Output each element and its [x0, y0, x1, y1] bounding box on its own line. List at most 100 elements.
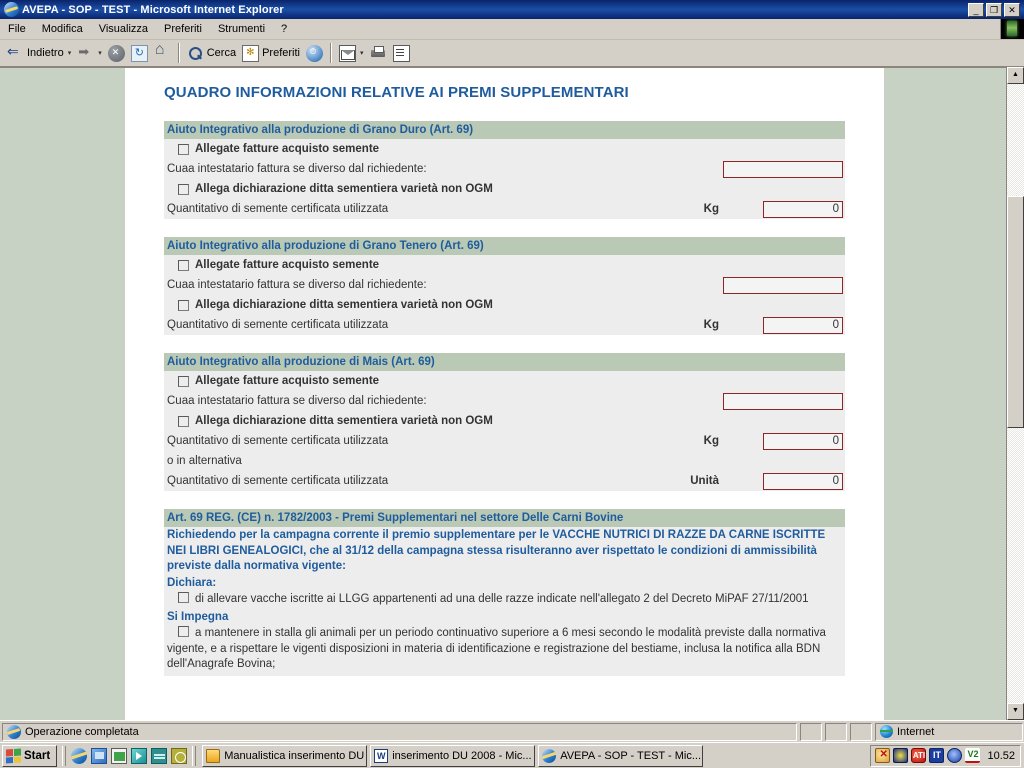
quick-launch-media-player-icon[interactable] — [131, 747, 148, 764]
row-label: Allegate fatture acquisto semente — [195, 259, 380, 271]
back-dropdown-caret-icon[interactable]: ▾ — [68, 49, 72, 57]
mail-dropdown-caret-icon[interactable]: ▾ — [360, 49, 364, 57]
checkbox-allega-dichiarazione[interactable] — [178, 415, 189, 427]
refresh-button[interactable] — [128, 42, 151, 64]
scrollbar-thumb[interactable] — [1007, 196, 1024, 428]
task-button-inserimento-du[interactable]: W inserimento DU 2008 - Mic... — [370, 744, 536, 767]
forward-dropdown-caret-icon[interactable]: ▾ — [98, 49, 102, 57]
browser-viewport: QUADRO INFORMAZIONI RELATIVE AI PREMI SU… — [0, 67, 1024, 720]
taskbar: Start Manualistica inserimento DU W inse… — [0, 742, 1024, 768]
unit-label: Unità — [690, 475, 719, 487]
v2-app-icon[interactable]: V2 — [965, 748, 981, 763]
row-label: Quantitativo di semente certificata util… — [167, 203, 389, 215]
quick-launch-outlook-express-icon[interactable] — [111, 747, 128, 764]
status-pane-a — [800, 722, 822, 741]
row-label: Cuaa intestatario fattura se diverso dal… — [167, 395, 427, 407]
search-button[interactable]: Cerca — [184, 42, 239, 64]
checkbox-allega-dichiarazione[interactable] — [178, 183, 189, 195]
section-body: Allegate fatture acquisto semente Cuaa i… — [164, 371, 845, 491]
tasks-grip[interactable] — [192, 745, 197, 766]
quick-launch-keyboard-icon[interactable] — [151, 747, 168, 764]
row-allega-dichiarazione[interactable]: Allega dichiarazione ditta sementiera va… — [164, 179, 845, 199]
row-allega-dichiarazione[interactable]: Allega dichiarazione ditta sementiera va… — [164, 295, 845, 315]
scroll-up-button[interactable]: ▲ — [1007, 67, 1024, 84]
quantitativo-unita-input[interactable]: 0 — [763, 472, 843, 490]
dichiara-declaration[interactable]: di allevare vacche iscritte ai LLGG appa… — [164, 589, 845, 610]
row-label: Cuaa intestatario fattura se diverso dal… — [167, 163, 427, 175]
task-button-manualistica[interactable]: Manualistica inserimento DU — [202, 744, 368, 767]
status-pane-c — [850, 722, 872, 741]
cuaa-input[interactable] — [723, 276, 843, 294]
start-button[interactable]: Start — [2, 744, 58, 767]
menu-item-visualizza[interactable]: Visualizza — [91, 21, 156, 37]
task-button-avepa[interactable]: AVEPA - SOP - TEST - Mic... — [538, 744, 704, 767]
checkbox-dichiara[interactable] — [178, 591, 189, 603]
menu-item-modifica[interactable]: Modifica — [34, 21, 91, 37]
back-button[interactable]: Indietro ▾ — [4, 42, 74, 64]
volume-muted-icon[interactable] — [875, 748, 891, 763]
page-title: QUADRO INFORMAZIONI RELATIVE AI PREMI SU… — [164, 84, 629, 101]
stop-button[interactable] — [105, 42, 128, 64]
row-allegate-fatture[interactable]: Allegate fatture acquisto semente — [164, 139, 845, 159]
row-allegate-fatture[interactable]: Allegate fatture acquisto semente — [164, 371, 845, 391]
quick-launch-clock-icon[interactable] — [171, 747, 188, 764]
forward-button[interactable]: ▾ — [74, 42, 105, 64]
menu-item-strumenti[interactable]: Strumenti — [210, 21, 273, 37]
row-label: Allegate fatture acquisto semente — [195, 143, 380, 155]
print-button[interactable] — [367, 42, 390, 64]
quantitativo-kg-input[interactable]: 0 — [763, 200, 843, 218]
toolbar-separator — [177, 43, 180, 63]
language-indicator-icon[interactable]: IT — [929, 748, 945, 763]
quantitativo-kg-input[interactable]: 0 — [763, 432, 843, 450]
section-grano-tenero: Aiuto Integrativo alla produzione di Gra… — [164, 237, 845, 335]
task-label: Manualistica inserimento DU — [224, 749, 365, 762]
row-allega-dichiarazione[interactable]: Allega dichiarazione ditta sementiera va… — [164, 411, 845, 431]
impegna-declaration[interactable]: a mantenere in stalla gli animali per un… — [164, 624, 845, 676]
cuaa-input[interactable] — [723, 160, 843, 178]
ie-icon — [542, 748, 557, 763]
minimize-button[interactable]: _ — [968, 2, 984, 17]
checkbox-allegate-fatture[interactable] — [178, 143, 189, 155]
section-body: Allegate fatture acquisto semente Cuaa i… — [164, 255, 845, 335]
taskbar-clock[interactable]: 10.52 — [983, 750, 1015, 762]
menu-item-help[interactable]: ? — [273, 21, 295, 37]
security-zone-pane[interactable]: Internet — [875, 722, 1023, 741]
checkbox-allega-dichiarazione[interactable] — [178, 299, 189, 311]
status-message: Operazione completata — [25, 725, 139, 738]
checkbox-allegate-fatture[interactable] — [178, 375, 189, 387]
quantitativo-kg-input[interactable]: 0 — [763, 316, 843, 334]
cuaa-input[interactable] — [723, 392, 843, 410]
network-icon[interactable] — [893, 748, 909, 763]
favorites-button-label: Preferiti — [262, 47, 300, 59]
audio-device-icon[interactable] — [947, 748, 963, 763]
vertical-scrollbar[interactable]: ▲ ▼ — [1006, 67, 1024, 720]
section-grano-duro: Aiuto Integrativo alla produzione di Gra… — [164, 121, 845, 219]
row-quantitativo-kg: Quantitativo di semente certificata util… — [164, 199, 845, 219]
task-label: AVEPA - SOP - TEST - Mic... — [560, 749, 701, 762]
row-allegate-fatture[interactable]: Allegate fatture acquisto semente — [164, 255, 845, 275]
ati-display-icon[interactable]: ATI — [911, 748, 927, 763]
checkbox-allegate-fatture[interactable] — [178, 259, 189, 271]
history-button[interactable] — [303, 42, 326, 64]
maximize-restore-button[interactable]: ❐ — [986, 2, 1002, 17]
favorites-button[interactable]: Preferiti — [239, 42, 303, 64]
row-alternativa-note: o in alternativa — [164, 451, 845, 471]
scrollbar-track[interactable] — [1007, 84, 1024, 703]
menu-item-preferiti[interactable]: Preferiti — [156, 21, 210, 37]
window-title: AVEPA - SOP - TEST - Microsoft Internet … — [22, 3, 284, 16]
quick-launch-show-desktop-icon[interactable] — [91, 747, 108, 764]
edit-button[interactable] — [390, 42, 413, 64]
task-label: inserimento DU 2008 - Mic... — [392, 749, 532, 762]
quick-launch-grip[interactable] — [62, 745, 67, 766]
mail-button[interactable]: ▾ — [336, 42, 367, 64]
checkbox-impegna[interactable] — [178, 626, 189, 637]
menu-item-file[interactable]: File — [0, 21, 34, 37]
scroll-down-button[interactable]: ▼ — [1007, 703, 1024, 720]
home-button[interactable] — [151, 41, 174, 64]
row-quantitativo-kg: Quantitativo di semente certificata util… — [164, 315, 845, 335]
quick-launch-internet-explorer-icon[interactable] — [71, 747, 88, 764]
row-label: o in alternativa — [167, 455, 242, 467]
back-arrow-icon — [7, 43, 24, 62]
section-gap-3 — [164, 491, 845, 509]
close-button[interactable]: ✕ — [1004, 2, 1020, 17]
